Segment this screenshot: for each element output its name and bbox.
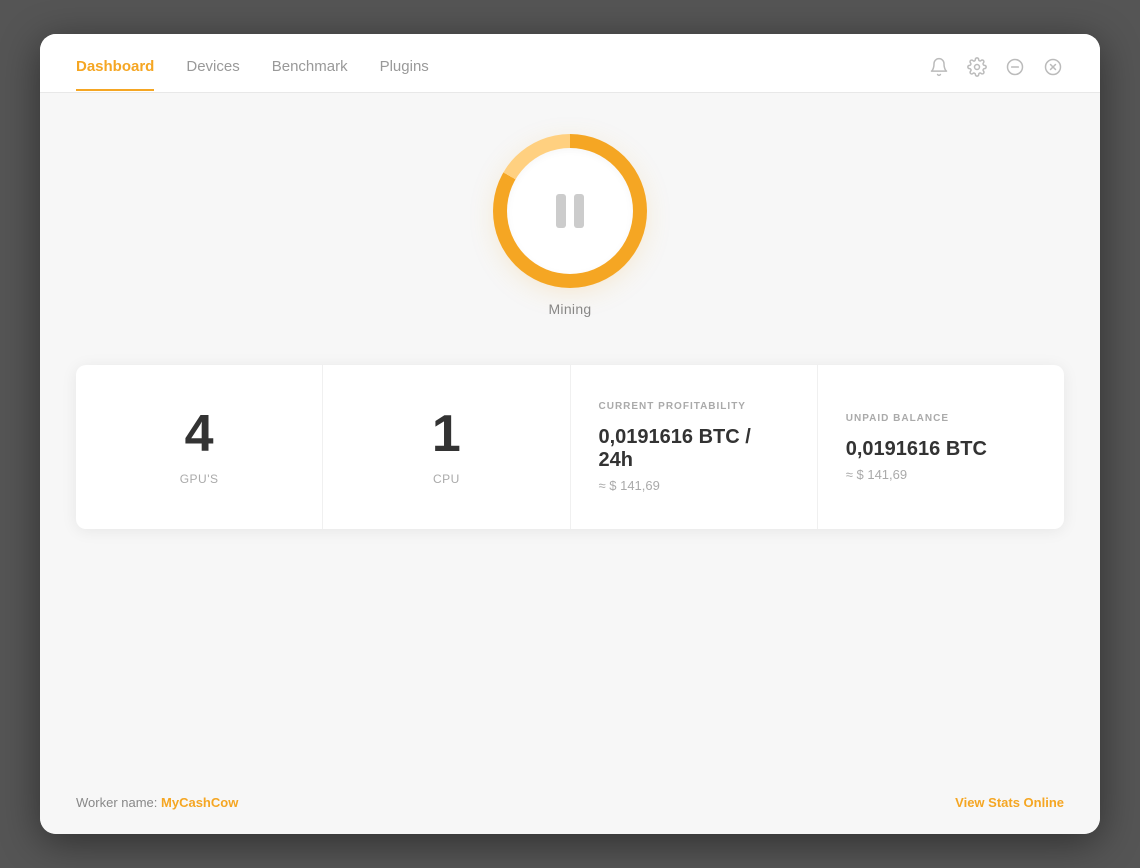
mining-toggle-button[interactable] [500, 141, 640, 281]
gpu-count: 4 [185, 408, 214, 460]
stat-cpu: 1 CPU [323, 365, 570, 529]
nav-devices[interactable]: Devices [186, 58, 239, 91]
pause-bar-right [574, 194, 584, 228]
unpaid-balance-header: UNPAID BALANCE [846, 413, 949, 424]
cpu-label: CPU [433, 472, 460, 486]
pause-bar-left [556, 194, 566, 228]
main-nav: Dashboard Devices Benchmark Plugins [76, 58, 429, 91]
unpaid-balance-btc: 0,0191616 BTC [846, 438, 987, 461]
app-window: Dashboard Devices Benchmark Plugins [40, 34, 1100, 834]
footer: Worker name: MyCashCow View Stats Online [40, 771, 1100, 834]
nav-plugins[interactable]: Plugins [380, 58, 429, 91]
worker-name: MyCashCow [161, 795, 238, 810]
stat-gpu: 4 GPU'S [76, 365, 323, 529]
stat-unpaid-balance: UNPAID BALANCE 0,0191616 BTC ≈ $ 141,69 [818, 365, 1064, 529]
close-icon[interactable] [1042, 56, 1064, 78]
profitability-btc: 0,0191616 BTC / 24h [599, 426, 789, 472]
profitability-usd: ≈ $ 141,69 [599, 478, 660, 493]
gpu-label: GPU'S [180, 472, 219, 486]
pause-icon [556, 194, 584, 228]
profitability-header: CURRENT PROFITABILITY [599, 401, 746, 412]
mining-btn-inner [507, 148, 633, 274]
nav-benchmark[interactable]: Benchmark [272, 58, 348, 91]
mining-status-label: Mining [548, 301, 591, 317]
nav-dashboard[interactable]: Dashboard [76, 58, 154, 91]
minimize-icon[interactable] [1004, 56, 1026, 78]
worker-prefix: Worker name: [76, 795, 161, 810]
main-content: Mining 4 GPU'S 1 CPU CURRENT PROFITABILI… [40, 93, 1100, 771]
notification-icon[interactable] [928, 56, 950, 78]
header-controls [928, 56, 1064, 92]
mining-button-wrapper: Mining [500, 141, 640, 317]
stat-profitability: CURRENT PROFITABILITY 0,0191616 BTC / 24… [571, 365, 818, 529]
unpaid-balance-usd: ≈ $ 141,69 [846, 467, 907, 482]
worker-info: Worker name: MyCashCow [76, 795, 238, 810]
view-stats-link[interactable]: View Stats Online [955, 795, 1064, 810]
settings-icon[interactable] [966, 56, 988, 78]
header: Dashboard Devices Benchmark Plugins [40, 34, 1100, 92]
stats-row: 4 GPU'S 1 CPU CURRENT PROFITABILITY 0,01… [76, 365, 1064, 529]
cpu-count: 1 [432, 408, 461, 460]
